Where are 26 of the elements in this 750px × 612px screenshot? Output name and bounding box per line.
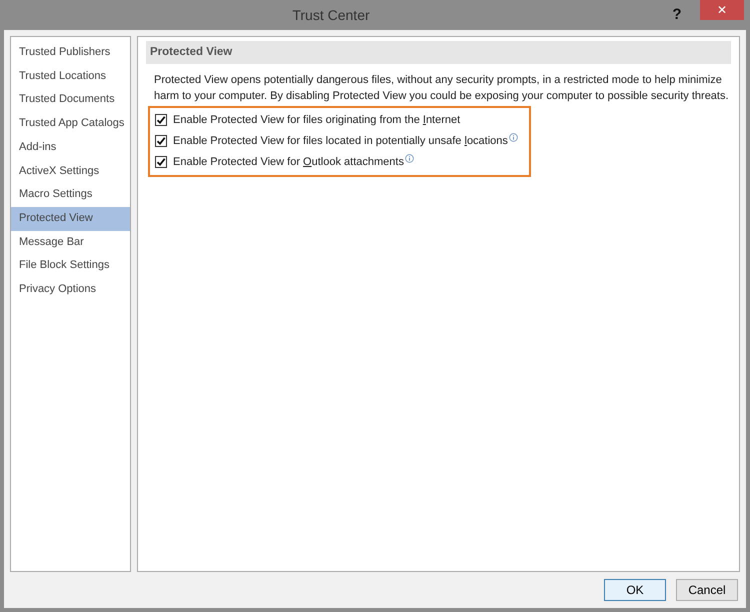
cancel-button[interactable]: Cancel (676, 579, 738, 601)
option-label[interactable]: Enable Protected View for Outlook attachments (173, 154, 404, 170)
sidebar-item[interactable]: Trusted App Catalogs (11, 112, 130, 136)
window-title: Trust Center (291, 6, 371, 24)
option-label[interactable]: Enable Protected View for files located in potentially unsafe locations (173, 132, 508, 149)
help-button[interactable]: ? (662, 4, 692, 26)
sidebar-item[interactable]: Macro Settings (11, 183, 130, 207)
sidebar-item[interactable]: Message Bar (11, 230, 130, 254)
sidebar-item[interactable]: ActiveX Settings (11, 160, 130, 184)
section-description: Protected View opens potentially dangerous files, without any security prompts, in a restricted mode to help minimize harm to your computer. By disabling Protected View you could be exposing your computer to possible security threats. (154, 73, 730, 104)
sidebar-item[interactable]: Trusted Locations (11, 64, 130, 88)
option-label[interactable]: Enable Protected View for files originating from the Internet (173, 112, 460, 128)
sidebar-item[interactable]: Trusted Documents (11, 88, 130, 112)
sidebar-item[interactable]: File Block Settings (11, 254, 130, 278)
info-icon[interactable] (508, 133, 518, 142)
section-heading: Protected View (146, 41, 731, 64)
sidebar-item[interactable]: Trusted Publishers (11, 41, 130, 65)
close-button[interactable]: ✕ (700, 0, 744, 20)
sidebar-item[interactable]: Protected View (11, 206, 130, 231)
checkbox[interactable] (155, 134, 167, 147)
checkbox[interactable] (155, 114, 167, 126)
sidebar-item[interactable]: Add-ins (11, 136, 130, 160)
sidebar-item[interactable]: Privacy Options (11, 278, 130, 302)
info-icon[interactable] (404, 154, 414, 164)
checkbox[interactable] (155, 156, 167, 168)
ok-button[interactable]: OK (604, 579, 666, 601)
